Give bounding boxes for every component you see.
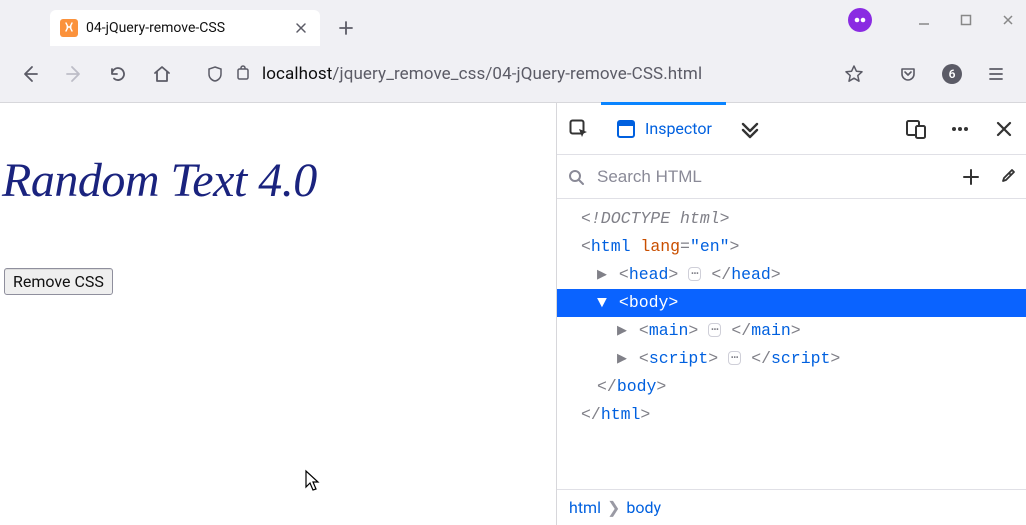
connection-icon[interactable] [234, 65, 252, 83]
webpage-viewport: Random Text 4.0 Remove CSS [0, 103, 556, 525]
crumb-body[interactable]: body [626, 498, 661, 517]
minimize-button[interactable] [912, 8, 936, 32]
more-tabs-button[interactable] [726, 103, 774, 154]
app-menu-button[interactable] [978, 56, 1014, 92]
inspector-tab[interactable]: Inspector [601, 103, 726, 154]
head-row[interactable]: ▶ <head> ⋯ </head> [557, 261, 1026, 289]
close-window-button[interactable] [996, 8, 1020, 32]
url-text: localhost/jquery_remove_css/04-jQuery-re… [262, 64, 702, 84]
responsive-mode-button[interactable] [894, 103, 938, 154]
crumb-html[interactable]: html [569, 498, 601, 517]
eyedropper-button[interactable] [998, 168, 1016, 186]
bookmark-star-icon[interactable] [844, 64, 864, 84]
xampp-favicon-icon [60, 19, 78, 37]
page-heading: Random Text 4.0 [2, 153, 556, 208]
notification-count: 6 [942, 64, 962, 84]
breadcrumbs[interactable]: html ❯ body [557, 489, 1026, 525]
search-icon [567, 168, 585, 186]
forward-button[interactable] [56, 56, 92, 92]
devtools-search-bar [557, 155, 1026, 199]
browser-tab[interactable]: 04-jQuery-remove-CSS [50, 10, 320, 46]
chevron-right-icon: ❯ [607, 498, 620, 517]
back-button[interactable] [12, 56, 48, 92]
html-close-row[interactable]: </html> [557, 401, 1026, 429]
pick-element-button[interactable] [557, 103, 601, 154]
home-button[interactable] [144, 56, 180, 92]
browser-toolbar: localhost/jquery_remove_css/04-jQuery-re… [0, 46, 1026, 102]
url-bar[interactable]: localhost/jquery_remove_css/04-jQuery-re… [194, 54, 876, 94]
close-tab-icon[interactable] [292, 19, 310, 37]
script-row[interactable]: ▶ <script> ⋯ </script> [557, 345, 1026, 373]
maximize-button[interactable] [954, 8, 978, 32]
main-row[interactable]: ▶ <main> ⋯ </main> [557, 317, 1026, 345]
dom-tree[interactable]: <!DOCTYPE html> <html lang="en"> ▶ <head… [557, 199, 1026, 489]
notifications-badge[interactable]: 6 [934, 56, 970, 92]
devtools-close-button[interactable] [982, 103, 1026, 154]
toolbar-right: 6 [890, 56, 1014, 92]
devtools-panel: Inspector <!DOCTYPE [556, 103, 1026, 525]
html-search-input[interactable] [595, 166, 952, 188]
content-area: Random Text 4.0 Remove CSS Inspector [0, 102, 1026, 525]
remove-css-button[interactable]: Remove CSS [4, 268, 113, 295]
inspector-tab-label: Inspector [645, 119, 712, 138]
mouse-cursor-icon [304, 469, 322, 493]
devtools-tabs: Inspector [557, 103, 1026, 155]
pocket-button[interactable] [890, 56, 926, 92]
reload-button[interactable] [100, 56, 136, 92]
account-icon[interactable] [848, 8, 872, 32]
html-open-row[interactable]: <html lang="en"> [557, 233, 1026, 261]
body-close-row[interactable]: </body> [557, 373, 1026, 401]
new-tab-button[interactable] [330, 12, 362, 44]
add-node-button[interactable] [962, 168, 980, 186]
tab-title: 04-jQuery-remove-CSS [86, 20, 284, 36]
body-row-selected[interactable]: ▼ <body> [557, 289, 1026, 317]
devtools-meatball-button[interactable] [938, 103, 982, 154]
window-controls [848, 8, 1020, 32]
doctype-row[interactable]: <!DOCTYPE html> [557, 205, 1026, 233]
tracking-shield-icon[interactable] [206, 65, 224, 83]
